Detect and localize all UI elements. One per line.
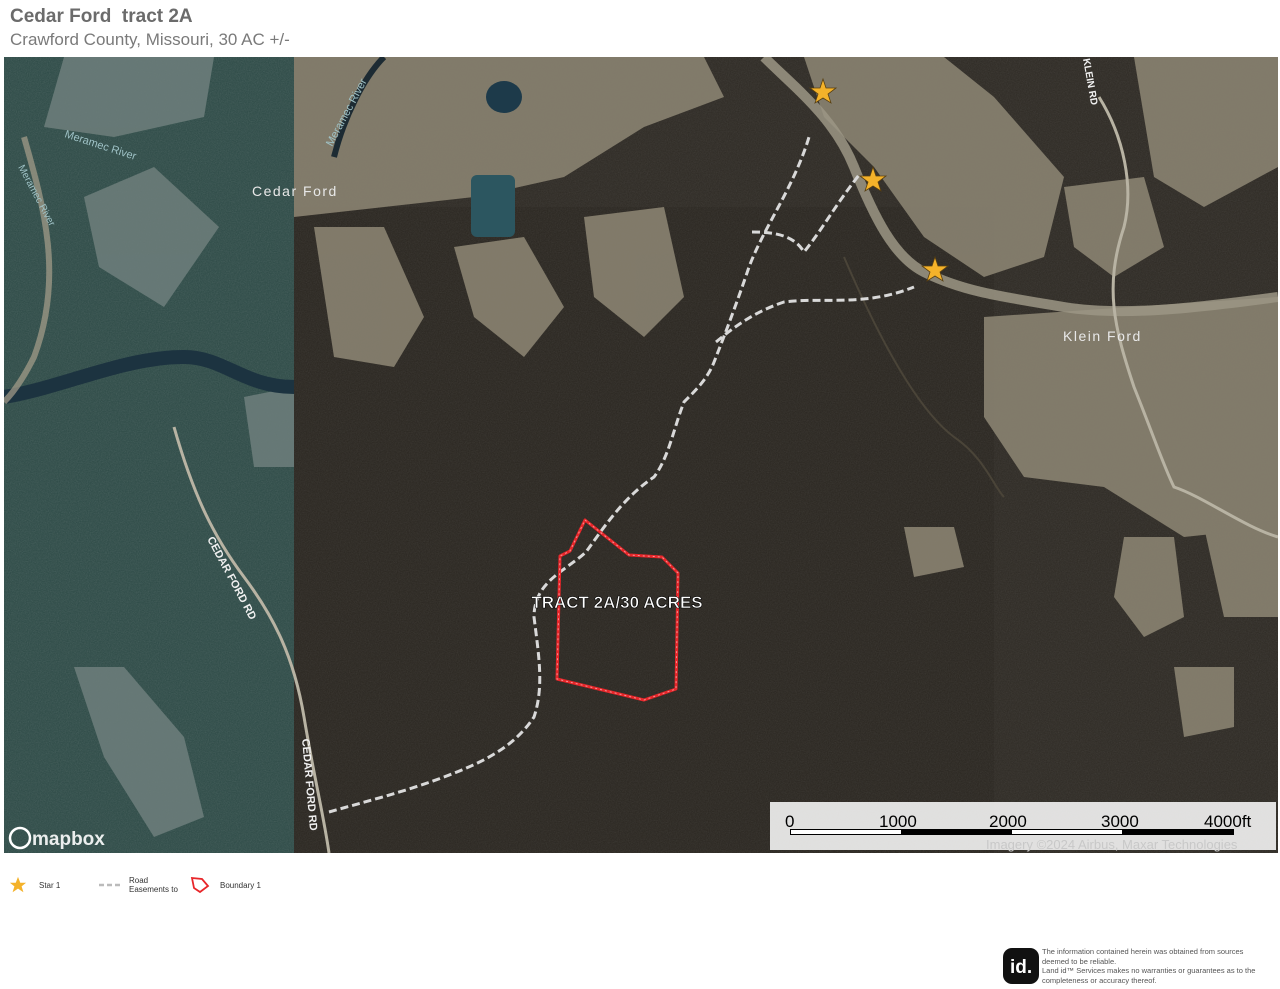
legend-road-label-1: Road	[129, 876, 149, 885]
svg-text:id.: id.	[1010, 957, 1032, 978]
label-klein-ford: Klein Ford	[1063, 328, 1142, 344]
label-cedar-ford: Cedar Ford	[252, 183, 338, 199]
scale-tick-3000: 3000	[1101, 812, 1139, 831]
scale-tick-2000: 2000	[989, 812, 1027, 831]
scale-bar: 0 1000 2000 3000 4000ft Imagery ©2024 Ai…	[770, 802, 1276, 852]
satellite-map[interactable]: Meramec River Meramec River Meramec Rive…	[4, 57, 1278, 853]
landid-logo: id.	[1003, 948, 1039, 984]
pond-1	[486, 81, 522, 113]
dashed-line-icon	[99, 883, 121, 887]
label-tract: TRACT 2A/30 ACRES	[531, 593, 702, 612]
map-title: Cedar Ford tract 2A	[10, 6, 193, 27]
scale-tick-1000: 1000	[879, 812, 917, 831]
svg-text:mapbox: mapbox	[32, 829, 105, 850]
map-legend: Star 1 Road Easements to Boundary 1	[0, 876, 400, 900]
map-attribution: Imagery ©2024 Airbus, Maxar Technologies	[986, 837, 1238, 852]
scale-tick-0: 0	[785, 812, 794, 831]
polygon-icon	[190, 876, 210, 894]
disclaimer: The information contained herein was obt…	[1042, 947, 1256, 985]
pond-2	[471, 175, 515, 237]
legend-road-label-2: Easements to	[129, 885, 178, 894]
star-icon	[9, 876, 27, 893]
legend-boundary-label: Boundary 1	[220, 880, 261, 890]
legend-star-label: Star 1	[39, 880, 61, 890]
scale-tick-4000: 4000ft	[1204, 812, 1252, 831]
map-subtitle: Crawford County, Missouri, 30 AC +/-	[10, 30, 290, 49]
